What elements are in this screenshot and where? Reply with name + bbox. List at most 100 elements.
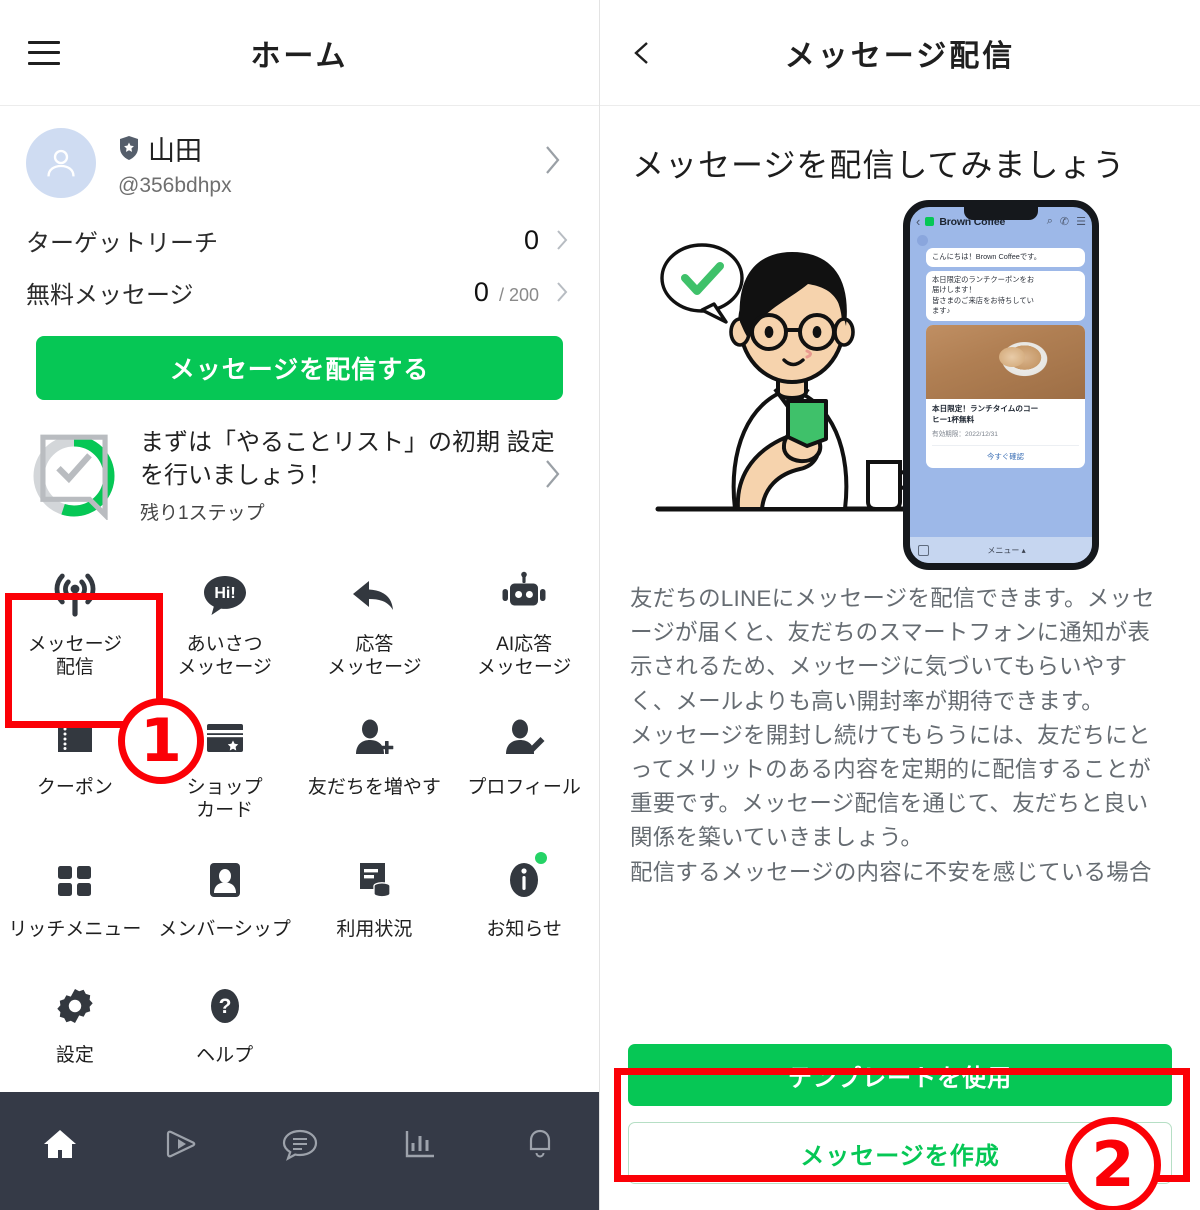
coupon-action-button: 今すぐ確認 [932,445,1079,462]
grid-item-usage[interactable]: 利用状況 [300,838,450,956]
greeting-hi-icon: Hi! [200,567,250,623]
checklist-icon [40,434,108,520]
rich-menu-icon [50,852,100,908]
coupon-card-body: 本日限定！ランチタイムのコー ヒー1杯無料 有効期限：2022/12/31 今す… [926,399,1085,468]
stat-label: ターゲットリーチ [26,229,218,257]
membership-icon [200,852,250,908]
grid-item-rich-menu[interactable]: リッチメニュー [0,838,150,956]
grid-label: ショップ カード [186,776,263,821]
grid-item-membership[interactable]: メンバーシップ [150,838,300,956]
grid-label: 友だちを増やす [307,776,441,798]
profile-row[interactable]: 山田 @356bdhpx [0,106,599,214]
grid-label: ヘルプ [196,1044,254,1066]
stat-row-free-messages[interactable]: 無料メッセージ 0 / 200 [0,266,599,318]
phone-header-icons: ⌕ ✆ ☰ [1047,215,1086,228]
phone-notch [964,207,1038,220]
grid-label: プロフィール [467,776,581,798]
grid-item-help[interactable]: ? ヘルプ [150,964,300,1082]
coupon-icon [50,710,100,766]
grid-label: 応答 メッセージ [327,634,422,679]
grid-item-notices[interactable]: お知らせ [449,838,599,956]
search-icon: ⌕ [1046,215,1053,227]
annotation-circle-1: 1 [118,698,204,784]
todo-subtitle: 残り1ステップ [140,503,265,525]
grid-label: リッチメニュー [8,918,142,940]
right-phone-screen: メッセージ配信 メッセージを配信してみましょう ‹ Brown Coffee ⌕… [600,0,1200,1210]
grid-item-greeting[interactable]: Hi! あいさつ メッセージ [150,553,300,687]
analytics-bar-icon [405,1131,434,1158]
hamburger-icon[interactable] [28,40,60,65]
screenshot-root: ホーム 山田 @356bdhpx ターゲットリーチ 0 無料メッセージ 0 / … [0,0,1200,1210]
stat-row-target-reach[interactable]: ターゲットリーチ 0 [0,214,599,266]
stat-total: / 200 [498,284,539,305]
phone-mockup: ‹ Brown Coffee ⌕ ✆ ☰ こんにちは！Brown Coffeeで… [903,200,1099,570]
chevron-left-icon[interactable] [630,40,656,66]
stat-value-group: 0 [524,225,569,256]
grid-item-auto-reply[interactable]: 応答 メッセージ [300,553,450,687]
send-message-button[interactable]: メッセージを配信する [36,336,563,400]
coffee-photo [926,324,1085,399]
todo-list-card[interactable]: まずは「やることリスト」の初期 設定を行いましょう！ 残り1ステップ [0,400,599,547]
description-text: 友だちのLINEにメッセージを配信できます。メッセージが届くと、友だちのスマート… [630,586,1155,885]
grid-label: メンバーシップ [158,918,291,940]
stat-value: 0 [473,276,489,307]
help-icon: ? [200,978,250,1034]
coupon-title: 本日限定！ランチタイムのコー ヒー1杯無料 [932,403,1039,424]
check-bubble [660,243,744,324]
chevron-right-icon [546,146,560,174]
svg-text:?: ? [218,995,231,1018]
avatar [26,128,96,198]
profile-name-line: 山田 [118,129,232,168]
phone-menu-label: メニュー ▴ [987,545,1026,555]
chevron-right-icon [557,230,568,250]
live-play-icon [166,1130,196,1158]
coupon-expiry: 有効期限：2022/12/31 [932,431,998,439]
svg-text:Hi!: Hi! [214,585,235,602]
grid-item-broadcast[interactable]: メッセージ 配信 [0,553,150,687]
nav-item-live[interactable] [120,1114,240,1174]
phone-chat-footer: メニュー ▴ [910,537,1092,563]
grid-label: あいさつ メッセージ [177,634,272,679]
account-id: @356bdhpx [118,173,232,197]
nav-item-analytics[interactable] [360,1114,480,1174]
stat-label: 無料メッセージ [26,281,194,309]
profile-edit-icon [499,710,549,766]
grid-label: AI応答 メッセージ [476,634,572,679]
grid-label: 設定 [55,1044,94,1066]
shop-card-icon [200,710,250,766]
gear-icon [50,978,100,1034]
grid-item-settings[interactable]: 設定 [0,964,150,1082]
add-friend-icon [349,710,399,766]
heading: メッセージを配信してみましょう [632,147,1126,183]
reply-arrow-icon [349,567,399,623]
person-with-phone-illustration [655,243,913,512]
usage-icon [349,852,399,908]
chevron-right-icon [546,459,560,488]
grid-label: 利用状況 [336,918,413,940]
bottom-navigation [0,1092,599,1210]
annotation-circle-2: 2 [1065,1117,1161,1210]
nav-item-chat[interactable] [240,1114,360,1174]
menu-icon: ☰ [1076,216,1086,228]
info-icon [499,851,549,908]
use-template-button[interactable]: テンプレートを使用 [628,1044,1172,1106]
robot-icon [499,567,549,623]
grid-item-add-friends[interactable]: 友だちを増やす [300,696,450,830]
stat-value: 0 [523,224,539,255]
avatar [917,235,928,246]
grid-item-ai-reply[interactable]: AI応答 メッセージ [449,553,599,687]
chevron-left-icon: ‹ [916,214,921,229]
broadcast-icon [50,567,100,623]
grid-item-profile[interactable]: プロフィール [449,696,599,830]
nav-item-notifications[interactable] [480,1114,599,1174]
page-title: メッセージ配信 [784,39,1016,73]
left-topbar: ホーム [0,0,599,106]
home-icon [44,1130,76,1158]
nav-item-home[interactable] [0,1114,120,1174]
brand-square-icon [925,217,935,226]
chat-bubble: 本日限定のランチクーポンをお 届けします！ 皆さまのご来店をお待ちしてい ます♪ [926,270,1085,321]
todo-title: まずは「やることリスト」の初期 設定を行いましょう！ [140,429,555,490]
stat-value-group: 0 / 200 [474,277,569,308]
right-topbar: メッセージ配信 [600,0,1200,106]
call-icon: ✆ [1059,216,1070,228]
